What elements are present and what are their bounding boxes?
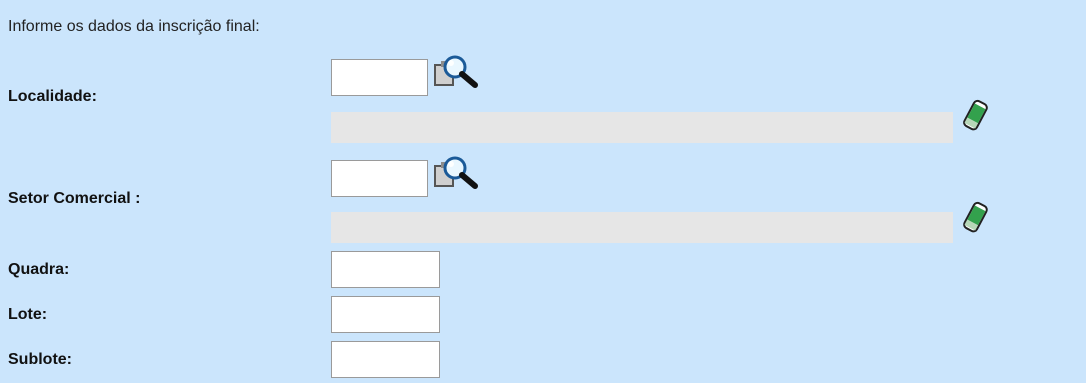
- setor-comercial-clear-icon[interactable]: [960, 199, 990, 237]
- localidade-label: Localidade:: [8, 88, 97, 105]
- setor-comercial-description: [331, 212, 953, 243]
- lote-input[interactable]: [331, 296, 440, 333]
- setor-comercial-label: Setor Comercial :: [8, 190, 141, 207]
- quadra-input[interactable]: [331, 251, 440, 288]
- quadra-label: Quadra:: [8, 261, 70, 278]
- sublote-label: Sublote:: [8, 351, 72, 368]
- sublote-input[interactable]: [331, 341, 440, 378]
- intro-text: Informe os dados da inscrição final:: [8, 18, 260, 35]
- localidade-search-icon[interactable]: [431, 49, 479, 89]
- setor-comercial-code-input[interactable]: [331, 160, 428, 197]
- localidade-clear-icon[interactable]: [960, 97, 990, 135]
- localidade-code-input[interactable]: [331, 59, 428, 96]
- setor-comercial-search-icon[interactable]: [431, 150, 479, 190]
- localidade-description: [331, 112, 953, 143]
- lote-label: Lote:: [8, 306, 48, 323]
